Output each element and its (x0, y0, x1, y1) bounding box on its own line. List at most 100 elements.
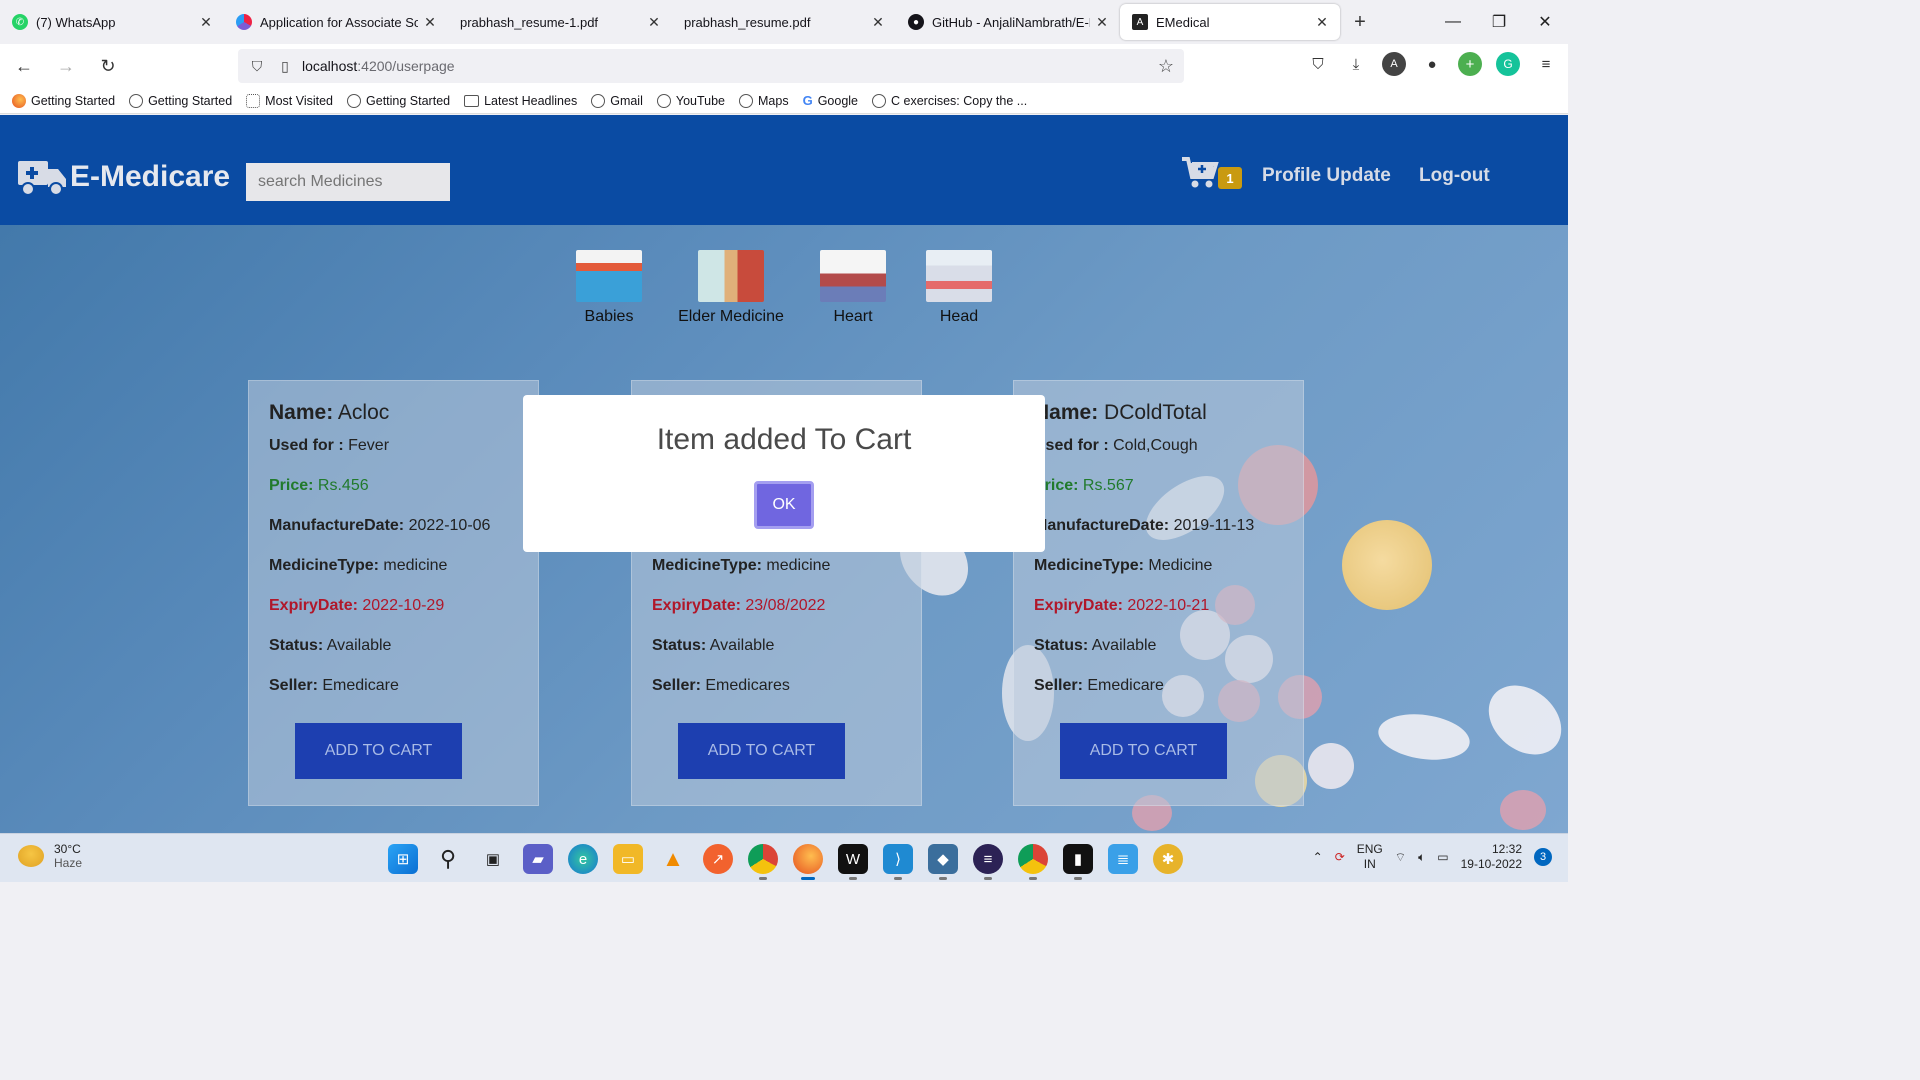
whatsapp-icon: ✆ (12, 14, 28, 30)
app-icon (236, 14, 252, 30)
url-host: localhost (302, 58, 358, 74)
close-icon[interactable]: ✕ (646, 14, 662, 31)
google-icon: G (802, 93, 813, 108)
webstorm-icon[interactable]: W (838, 844, 868, 880)
edge-icon[interactable]: e (568, 844, 598, 874)
close-icon[interactable]: ✕ (870, 14, 886, 31)
chrome-profile-icon[interactable] (1018, 844, 1048, 880)
browser-tab-strip: ✆ (7) WhatsApp ✕ Application for Associa… (0, 0, 1568, 44)
tab-emedical[interactable]: A EMedical ✕ (1120, 4, 1340, 40)
bookmark-item[interactable]: Most Visited (246, 93, 334, 108)
bookmark-item[interactable]: Maps (739, 93, 789, 108)
haze-weather-icon (18, 845, 44, 867)
shield-icon[interactable]: ⛉ (246, 58, 268, 75)
lang-code: ENG (1356, 842, 1383, 856)
close-icon[interactable]: ✕ (1314, 14, 1330, 31)
search-icon[interactable]: ⚲ (433, 844, 463, 874)
bookmark-label: Gmail (610, 93, 643, 108)
close-icon[interactable]: ✕ (1094, 14, 1110, 31)
chevron-up-icon[interactable]: ⌃ (1313, 850, 1323, 864)
globe-icon (739, 93, 753, 108)
bookmark-item[interactable]: C exercises: Copy the ... (872, 93, 1027, 108)
bookmark-item[interactable]: Getting Started (12, 93, 116, 108)
gear-icon (246, 93, 261, 108)
date: 19-10-2022 (1460, 857, 1522, 871)
bookmark-label: Google (817, 93, 859, 108)
tab-resume-1[interactable]: prabhash_resume-1.pdf ✕ (448, 0, 672, 44)
bookmark-label: Getting Started (31, 93, 116, 108)
account-icon[interactable]: A (1382, 52, 1406, 76)
windows-start-icon[interactable]: ⊞ (388, 844, 418, 874)
app-page: E-Medicare 1 Profile Update Log-out Babi… (0, 115, 1568, 833)
teams-chat-icon[interactable]: ▰ (523, 844, 553, 874)
close-icon[interactable]: ✕ (198, 14, 214, 31)
vlc-icon[interactable]: ▲ (658, 844, 688, 874)
system-tray: ⌃ ⟳ ENG IN ⌔ 🔈︎ ▭ 12:32 19-10-2022 3 (1313, 842, 1552, 872)
close-window-button[interactable]: ✕ (1522, 0, 1568, 44)
new-tab-button[interactable]: + (1340, 0, 1380, 44)
bookmark-item[interactable]: Getting Started (347, 93, 451, 108)
tab-title: EMedical (1156, 14, 1210, 30)
bookmark-label: Most Visited (265, 93, 334, 108)
restore-button[interactable]: ❐ (1476, 0, 1522, 44)
extension-icon[interactable]: ● (1420, 52, 1444, 76)
address-bar[interactable]: ⛉ ▯ localhost:4200/userpage ☆ (238, 49, 1184, 83)
file-explorer-icon[interactable]: ▭ (613, 844, 643, 874)
eclipse-icon[interactable]: ≡ (973, 844, 1003, 880)
add-extension-icon[interactable]: + (1458, 52, 1482, 76)
task-view-icon[interactable]: ▣ (478, 844, 508, 874)
paint-icon[interactable]: ✱ (1153, 844, 1183, 874)
bookmark-item[interactable]: G Google (803, 93, 858, 108)
ok-button[interactable]: OK (754, 481, 814, 529)
github-icon: ● (908, 14, 924, 30)
mysql-workbench-icon[interactable]: ◆ (928, 844, 958, 880)
menu-icon[interactable]: ≡ (1534, 52, 1558, 76)
bookmark-label: Getting Started (366, 93, 451, 108)
sync-icon[interactable]: ⟳ (1335, 850, 1345, 864)
page-icon: ▯ (281, 57, 289, 74)
compass-icon[interactable]: ↗ (703, 844, 733, 874)
notification-badge[interactable]: 3 (1534, 848, 1552, 866)
alert-dialog: Item added To Cart OK (523, 395, 1045, 552)
browser-nav-bar: ← → ↻ ⛉ ▯ localhost:4200/userpage ☆ ⛉ ⤓ … (0, 44, 1568, 88)
tab-resume[interactable]: prabhash_resume.pdf ✕ (672, 0, 896, 44)
download-icon[interactable]: ⤓ (1344, 52, 1368, 76)
forward-button[interactable]: → (48, 48, 84, 84)
tab-github[interactable]: ● GitHub - AnjaliNambrath/E-Me ✕ (896, 0, 1120, 44)
modal-overlay: Item added To Cart OK (0, 115, 1568, 833)
bookmark-item[interactable]: Getting Started (129, 93, 233, 108)
dialog-message: Item added To Cart (656, 423, 912, 456)
globe-icon (129, 93, 144, 108)
wifi-icon[interactable]: ⌔ (1395, 850, 1406, 865)
bookmark-item[interactable]: Latest Headlines (464, 94, 577, 108)
bookmark-item[interactable]: Gmail (591, 93, 643, 108)
grammarly-icon[interactable]: G (1496, 52, 1520, 76)
tab-title: (7) WhatsApp (36, 14, 116, 30)
reload-button[interactable]: ↻ (90, 48, 126, 84)
time: 12:32 (1491, 842, 1522, 856)
weather-widget[interactable]: 30°C Haze (18, 842, 82, 870)
chrome-icon[interactable] (748, 844, 778, 880)
bookmark-star-icon[interactable]: ☆ (1158, 56, 1174, 77)
tab-title: prabhash_resume-1.pdf (460, 14, 599, 30)
battery-icon[interactable]: ▭ (1437, 850, 1448, 864)
back-button[interactable]: ← (6, 48, 42, 84)
bookmark-item[interactable]: YouTube (656, 93, 725, 108)
pocket-icon[interactable]: ⛉ (1306, 52, 1330, 76)
minimize-button[interactable]: — (1430, 0, 1476, 44)
tab-title: GitHub - AnjaliNambrath/E-Me (932, 14, 1090, 30)
globe-icon (872, 93, 887, 108)
terminal-icon[interactable]: ▮ (1063, 844, 1093, 880)
clock[interactable]: 12:32 19-10-2022 (1461, 842, 1522, 872)
volume-icon[interactable]: 🔈︎ (1418, 850, 1425, 865)
firefox-icon[interactable] (793, 844, 823, 880)
tab-whatsapp[interactable]: ✆ (7) WhatsApp ✕ (0, 0, 224, 44)
weather-desc: Haze (54, 856, 83, 870)
tab-application[interactable]: Application for Associate Softw ✕ (224, 0, 448, 44)
close-icon[interactable]: ✕ (422, 14, 438, 31)
bookmark-label: Getting Started (148, 93, 233, 108)
vscode-icon[interactable]: ⟩ (883, 844, 913, 880)
language-indicator[interactable]: ENG IN (1357, 842, 1383, 872)
bookmark-label: Latest Headlines (484, 93, 578, 108)
notepad-icon[interactable]: ≣ (1108, 844, 1138, 874)
